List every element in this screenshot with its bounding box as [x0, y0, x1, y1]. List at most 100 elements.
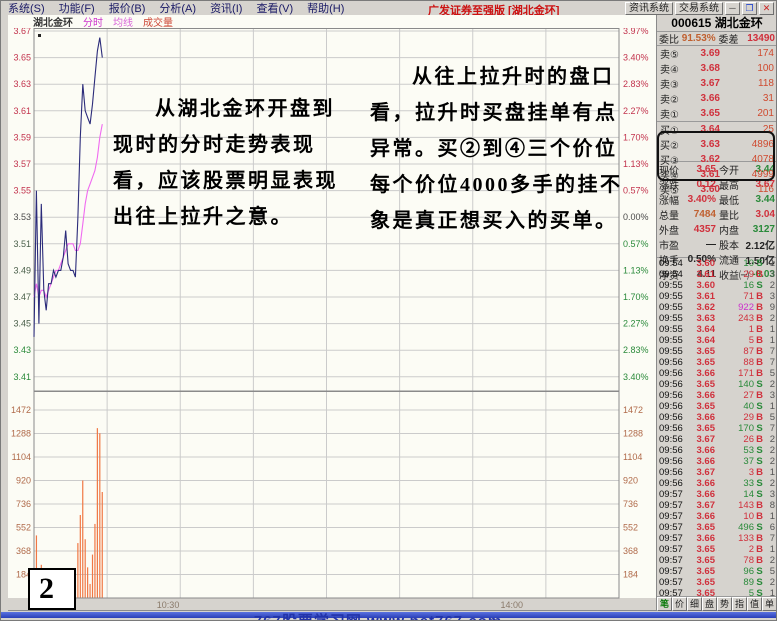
svg-text:3.43: 3.43: [13, 345, 31, 355]
svg-text:3.67: 3.67: [13, 28, 31, 36]
transaction-row: 09:563.673B1: [657, 467, 777, 478]
svg-text:368: 368: [16, 546, 31, 556]
depth-label: 卖⑤: [660, 46, 684, 61]
depth-volume: 174: [720, 48, 774, 59]
transaction-row: 09:563.6633S2: [657, 478, 777, 489]
bottom-tab-势[interactable]: 势: [717, 597, 732, 611]
svg-text:2.83%: 2.83%: [623, 79, 649, 89]
svg-text:3.55: 3.55: [13, 186, 31, 196]
transaction-row: 09:563.6726B2: [657, 434, 777, 445]
svg-text:1288: 1288: [623, 429, 643, 439]
svg-text:920: 920: [16, 476, 31, 486]
buy-depth-row: 买②3.634896: [657, 137, 777, 152]
bottom-tab-值[interactable]: 值: [747, 597, 762, 611]
sell-depth-row: 卖⑤3.69174: [657, 46, 777, 61]
annotation-line: 从往上拉升时的盘口: [370, 59, 623, 95]
maximize-button[interactable]: ❐: [742, 2, 757, 15]
svg-text:3.51: 3.51: [13, 239, 31, 249]
depth-volume: 118: [720, 78, 774, 89]
depth-volume: 201: [720, 108, 774, 119]
transaction-row: 09:553.6587B7: [657, 346, 777, 357]
transaction-row: 09:553.645B1: [657, 335, 777, 346]
transaction-row: 09:543.6010S1: [657, 258, 777, 269]
svg-text:184: 184: [623, 570, 638, 580]
buy-depth-row: 买⑤3.60116: [657, 182, 777, 197]
svg-text:1104: 1104: [12, 452, 31, 462]
bottom-tab-bar: 笔价细盘势指值单: [657, 596, 777, 611]
depth-volume: 100: [720, 63, 774, 74]
depth-price: 3.62: [684, 154, 720, 165]
weicha-label: 委差: [718, 31, 738, 46]
trade-system-button[interactable]: 交易系统: [675, 2, 723, 15]
transaction-list: 09:543.6010S109:543.6129B309:553.6016S20…: [657, 257, 777, 596]
titlebar-buttons: 资讯系统 交易系统 ─ ❐ ✕: [625, 2, 774, 15]
transaction-row: 09:563.6627B3: [657, 390, 777, 401]
depth-label: 买⑤: [660, 182, 684, 197]
svg-text:3.59: 3.59: [13, 132, 31, 142]
bottom-tab-单[interactable]: 单: [762, 597, 777, 611]
bottom-tab-笔[interactable]: 笔: [657, 597, 672, 611]
depth-price: 3.64: [684, 124, 720, 135]
menu-item-help[interactable]: 帮助(H): [300, 3, 351, 15]
svg-text:0.57%: 0.57%: [623, 239, 649, 249]
svg-text:3.47: 3.47: [13, 292, 31, 302]
svg-text:3.49: 3.49: [13, 265, 31, 275]
menu-item-news[interactable]: 资讯(I): [203, 3, 249, 15]
svg-text:920: 920: [623, 476, 638, 486]
app-window: 系统(S)功能(F)报价(B)分析(A)资讯(I)查看(V)帮助(H) 广发证券…: [0, 0, 777, 621]
info-system-button[interactable]: 资讯系统: [625, 2, 673, 15]
svg-text:3.40%: 3.40%: [623, 372, 649, 382]
svg-text:552: 552: [16, 523, 31, 533]
transaction-row: 09:573.652B1: [657, 544, 777, 555]
depth-label: 买③: [660, 152, 684, 167]
svg-text:2.27%: 2.27%: [623, 319, 649, 329]
chart-header: 湖北金环 分时均线成交量: [8, 15, 656, 28]
bottom-tab-指[interactable]: 指: [732, 597, 747, 611]
bottom-tab-盘[interactable]: 盘: [702, 597, 717, 611]
svg-text:2.83%: 2.83%: [623, 345, 649, 355]
stock-code-title: 000615 湖北金环: [657, 15, 777, 32]
buy-depth-row: 买①3.6425: [657, 121, 777, 137]
bottom-tab-细[interactable]: 细: [687, 597, 702, 611]
transaction-row: 09:573.6596S5: [657, 566, 777, 577]
annotation-line: 每个价位4000多手的挂不: [370, 167, 623, 203]
depth-volume: 4999: [720, 169, 774, 180]
transaction-row: 09:573.6610B1: [657, 511, 777, 522]
svg-text:1288: 1288: [11, 429, 31, 439]
quote-info-row: 外盘4357内盘3127: [657, 222, 777, 237]
weibi-value: 91.53%: [682, 33, 716, 44]
transaction-row: 09:563.6637S2: [657, 456, 777, 467]
depth-price: 3.61: [684, 169, 720, 180]
annotation-line: 现时的分时走势表现: [113, 127, 338, 163]
annotation-right-text: 从往上拉升时的盘口看，拉升时买盘挂单有点异常。买②到④三个价位每个价位4000多…: [370, 59, 623, 239]
depth-volume: 25: [720, 124, 774, 135]
depth-volume: 31: [720, 93, 774, 104]
svg-text:3.97%: 3.97%: [623, 28, 649, 36]
svg-text:1.13%: 1.13%: [623, 159, 649, 169]
svg-text:1472: 1472: [11, 405, 31, 415]
svg-text:3.41: 3.41: [13, 372, 31, 382]
minimize-button[interactable]: ─: [725, 2, 740, 15]
transaction-row: 09:563.6540S1: [657, 401, 777, 412]
stock-name: 湖北金环: [715, 16, 763, 30]
quote-info-row: 总量7484量比3.04: [657, 207, 777, 222]
weibi-label: 委比: [659, 31, 679, 46]
weicha-value: 13490: [738, 33, 775, 44]
svg-text:1.13%: 1.13%: [623, 265, 649, 275]
close-button[interactable]: ✕: [759, 2, 774, 15]
page-marker: 2: [28, 568, 76, 610]
transaction-row: 09:563.6588B7: [657, 357, 777, 368]
svg-text:1.70%: 1.70%: [623, 292, 649, 302]
sell-depth-row: 卖①3.65201: [657, 106, 777, 121]
transaction-row: 09:573.6589S2: [657, 577, 777, 588]
svg-text:3.63: 3.63: [13, 79, 31, 89]
transaction-row: 09:563.65170S7: [657, 423, 777, 434]
chart-area: 湖北金环 分时均线成交量 3.673.97%3.653.40%3.632.83%…: [8, 15, 656, 611]
depth-price: 3.67: [684, 78, 720, 89]
transaction-row: 09:553.62922B9: [657, 302, 777, 313]
svg-text:3.45: 3.45: [13, 319, 31, 329]
bottom-tab-价[interactable]: 价: [672, 597, 687, 611]
depth-label: 买①: [660, 122, 684, 137]
depth-label: 卖③: [660, 76, 684, 91]
menu-item-view[interactable]: 查看(V): [249, 3, 300, 15]
